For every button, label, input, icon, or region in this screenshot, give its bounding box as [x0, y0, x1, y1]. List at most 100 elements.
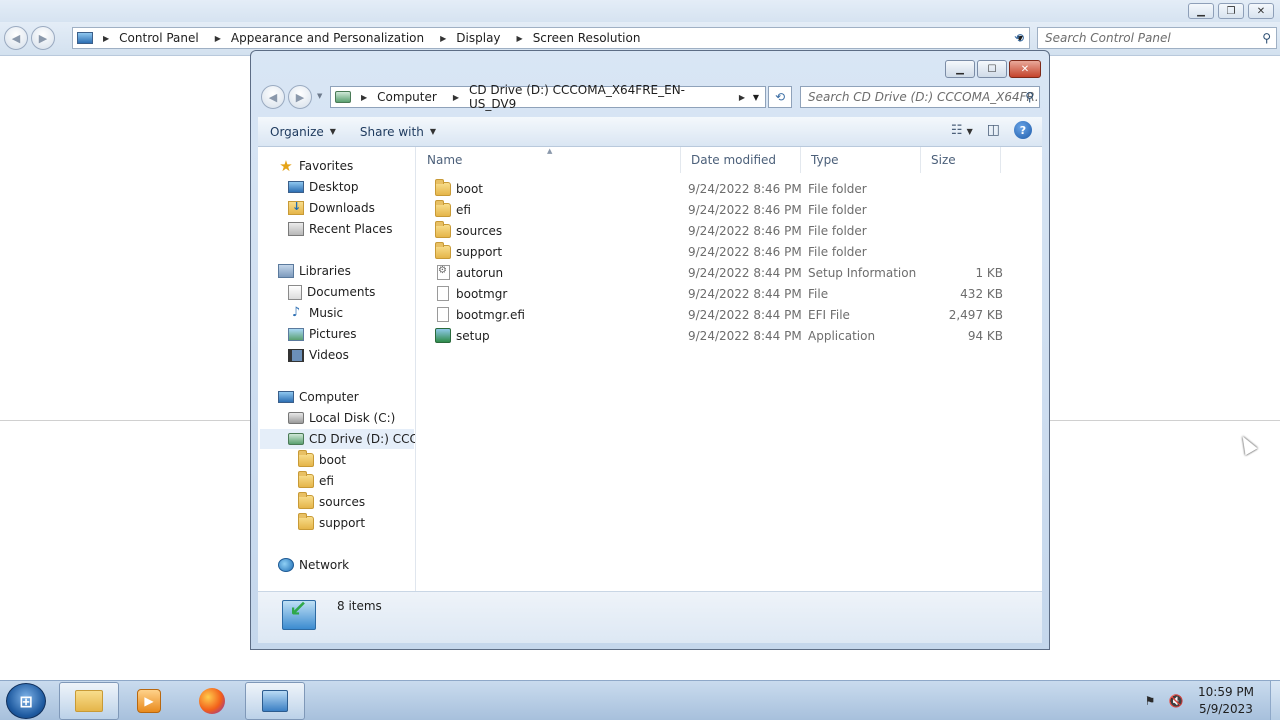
file-name: efi: [456, 202, 471, 217]
folder-icon: [435, 220, 451, 238]
file-size: 432 KB: [960, 286, 1003, 301]
nav-documents[interactable]: Documents: [288, 282, 375, 302]
start-button[interactable]: ⊞: [6, 683, 46, 719]
action-center-icon[interactable]: ⚑: [1142, 694, 1158, 708]
nav-cd-drive[interactable]: CD Drive (D:) CCCOMA_X64FRE_EN-US_DV9: [260, 429, 415, 449]
nav-computer[interactable]: Computer: [278, 387, 359, 407]
nav-desktop[interactable]: Desktop: [288, 177, 359, 197]
file-name: bootmgr: [456, 286, 508, 301]
nav-favorites[interactable]: ★ Favorites: [278, 156, 353, 176]
address-dropdown-icon[interactable]: ▼: [753, 93, 759, 102]
downloads-icon: [288, 200, 304, 215]
nav-boot[interactable]: boot: [298, 450, 346, 470]
breadcrumb-computer[interactable]: ▶ Computer: [351, 90, 437, 104]
cp-search-input[interactable]: Search Control Panel ⚲: [1037, 27, 1277, 49]
libraries-icon: [278, 264, 294, 278]
computer-icon: [278, 391, 294, 403]
nav-recent-places[interactable]: Recent Places: [288, 219, 392, 239]
nav-music[interactable]: ♪ Music: [288, 303, 343, 323]
file-date: 9/24/2022 8:44 PM: [688, 307, 802, 322]
explorer-minimize-button[interactable]: ▁: [945, 60, 975, 78]
file-row[interactable]: sources 9/24/2022 8:46 PM File folder: [417, 220, 1042, 241]
explorer-search-input[interactable]: Search CD Drive (D:) CCCOMA_X64FR... ⚲: [800, 86, 1040, 108]
cp-breadcrumb-screen-resolution[interactable]: ▶ Screen Resolution: [511, 31, 641, 45]
taskbar-media-player-button[interactable]: ▶: [119, 682, 179, 720]
details-pane: 8 items: [258, 591, 1042, 643]
recent-pages-dropdown-icon[interactable]: ▼: [317, 92, 322, 100]
cp-breadcrumb-root[interactable]: ▶ Control Panel: [93, 31, 199, 45]
cp-crumb-label: Control Panel: [119, 31, 199, 45]
file-size: [928, 241, 1003, 262]
explorer-back-button[interactable]: ◀: [261, 85, 285, 109]
taskbar-firefox-button[interactable]: [182, 682, 242, 720]
cp-minimize-button[interactable]: ▁: [1188, 3, 1214, 19]
cp-restore-button[interactable]: ❐: [1218, 3, 1244, 19]
file-row[interactable]: autorun 9/24/2022 8:44 PM Setup Informat…: [417, 262, 1042, 283]
recent-places-icon: [288, 222, 304, 236]
taskbar-control-panel-button[interactable]: [245, 682, 305, 720]
cp-refresh-icon[interactable]: ⟲: [1007, 27, 1031, 49]
media-player-icon: ▶: [137, 689, 161, 713]
nav-downloads[interactable]: Downloads: [288, 198, 375, 218]
videos-icon: [288, 348, 304, 362]
search-icon[interactable]: ⚲: [1025, 90, 1034, 104]
folder-icon: [75, 690, 103, 712]
nav-support[interactable]: support: [298, 513, 365, 533]
folder-icon: [435, 241, 451, 259]
star-icon: ★: [279, 157, 293, 175]
nav-local-disk[interactable]: Local Disk (C:): [288, 408, 395, 428]
taskbar-explorer-button[interactable]: [59, 682, 119, 720]
chevron-down-icon: ▼: [429, 127, 436, 136]
change-view-icon[interactable]: ☷ ▼: [951, 123, 973, 138]
nav-pictures[interactable]: Pictures: [288, 324, 357, 344]
cp-forward-button[interactable]: ▶: [31, 26, 55, 50]
file-date: 9/24/2022 8:44 PM: [688, 265, 802, 280]
file-row[interactable]: setup 9/24/2022 8:44 PM Application 94 K…: [417, 325, 1042, 346]
preview-pane-icon[interactable]: ◫: [987, 122, 1000, 138]
explorer-maximize-button[interactable]: ☐: [977, 60, 1007, 78]
nav-efi[interactable]: efi: [298, 471, 334, 491]
clock[interactable]: 10:59 PM 5/9/2023: [1198, 684, 1254, 718]
show-desktop-button[interactable]: [1270, 681, 1280, 720]
search-icon[interactable]: ⚲: [1262, 31, 1271, 45]
crumb-label: Computer: [377, 90, 437, 104]
navigation-pane: ★ Favorites Desktop Downloads Recent Plac…: [258, 147, 416, 591]
share-with-button[interactable]: Share with ▼: [348, 125, 448, 139]
file-row[interactable]: bootmgr 9/24/2022 8:44 PM File 432 KB: [417, 283, 1042, 304]
cp-breadcrumb-appearance[interactable]: ▶ Appearance and Personalization: [209, 31, 424, 45]
organize-button[interactable]: Organize ▼: [258, 125, 348, 139]
nav-libraries[interactable]: Libraries: [278, 261, 351, 281]
nav-sources[interactable]: sources: [298, 492, 365, 512]
column-header-type[interactable]: Type: [801, 147, 921, 173]
file-row[interactable]: boot 9/24/2022 8:46 PM File folder: [417, 178, 1042, 199]
cp-close-button[interactable]: ✕: [1248, 3, 1274, 19]
explorer-close-button[interactable]: ✕: [1009, 60, 1041, 78]
nav-label: Network: [299, 558, 350, 572]
refresh-icon[interactable]: ⟲: [768, 86, 792, 108]
explorer-forward-button[interactable]: ▶: [288, 85, 312, 109]
nav-network[interactable]: Network: [278, 555, 349, 575]
system-tray: ⚑ 🔇 10:59 PM 5/9/2023: [1142, 681, 1280, 720]
cp-back-button[interactable]: ◀: [4, 26, 28, 50]
column-label: Name: [427, 153, 463, 167]
cd-drive-icon: [288, 433, 304, 445]
file-row[interactable]: efi 9/24/2022 8:46 PM File folder: [417, 199, 1042, 220]
column-header-size[interactable]: Size: [921, 147, 1001, 173]
help-icon[interactable]: ?: [1014, 121, 1032, 139]
cp-breadcrumb-display[interactable]: ▶ Display: [434, 31, 500, 45]
breadcrumb-cd-drive[interactable]: ▶ CD Drive (D:) CCCOMA_X64FRE_EN-US_DV9 ▶: [447, 83, 755, 111]
firefox-icon: [199, 688, 225, 714]
control-panel-icon: [262, 690, 288, 712]
column-header-date[interactable]: Date modified: [681, 147, 801, 173]
file-row[interactable]: support 9/24/2022 8:46 PM File folder: [417, 241, 1042, 262]
file-name: sources: [456, 223, 503, 238]
nav-label: support: [319, 516, 366, 530]
folder-icon: [298, 450, 314, 467]
speaker-muted-icon[interactable]: 🔇: [1168, 694, 1184, 708]
nav-videos[interactable]: Videos: [288, 345, 349, 365]
command-bar: Organize ▼ Share with ▼ ☷ ▼ ◫ ?: [258, 117, 1042, 147]
cp-address-bar[interactable]: ▶ Control Panel ▶ Appearance and Personali…: [72, 27, 1030, 49]
explorer-address-bar[interactable]: ▶ Computer ▶ CD Drive (D:) CCCOMA_X64FRE_E…: [330, 83, 766, 111]
column-header-name[interactable]: Name ▲: [417, 147, 681, 173]
file-row[interactable]: bootmgr.efi 9/24/2022 8:44 PM EFI File 2…: [417, 304, 1042, 325]
